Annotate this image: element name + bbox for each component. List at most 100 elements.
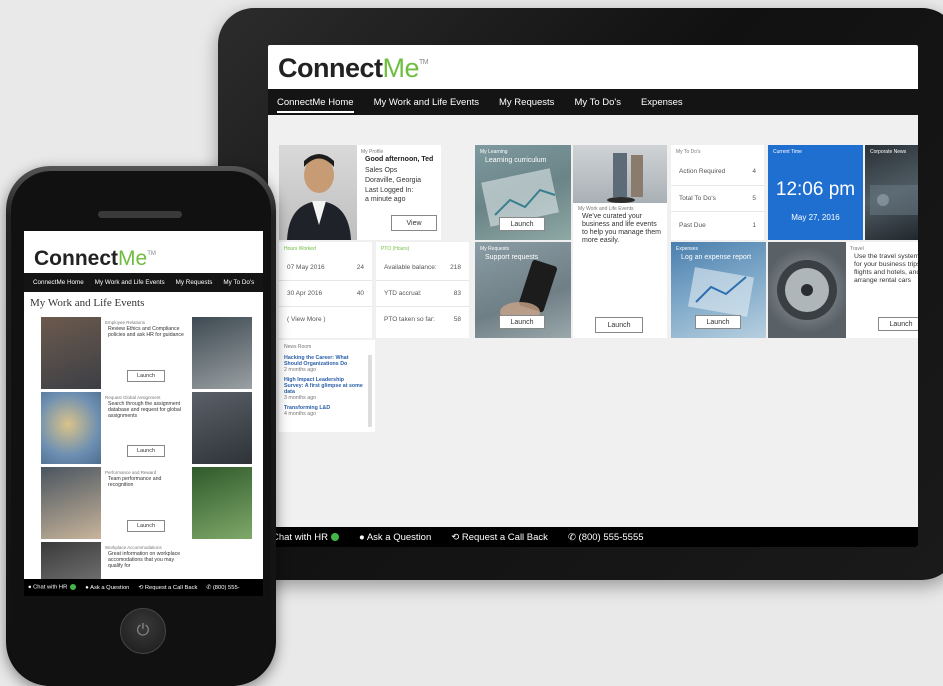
event-photo [41, 467, 101, 539]
time-caption: Current Time [773, 149, 802, 155]
request-callback-link[interactable]: ⟲ Request a Call Back [451, 532, 548, 543]
speaker-grille [98, 211, 182, 218]
online-status-icon [70, 584, 77, 591]
phone-number-link[interactable]: ✆ (800) 555- [206, 585, 239, 591]
profile-photo [279, 145, 357, 240]
requests-launch-button[interactable]: Launch [499, 315, 545, 329]
travel-caption: Travel [850, 246, 864, 252]
event-card: Performance and Reward Team performance … [41, 467, 191, 539]
travel-photo [768, 242, 846, 338]
connectme-logo[interactable]: ConnectMeTM [34, 247, 156, 271]
profile-tile: My Profile Good afternoon, Ted Sales Ops… [279, 145, 441, 240]
news-link[interactable]: Hacking the Career: What Should Organiza… [284, 355, 364, 367]
chat-with-hr-link[interactable]: ● Chat with HR [28, 584, 77, 591]
expenses-caption: Expenses [676, 246, 698, 252]
phone-number-link[interactable]: ✆ (800) 555-5555 [568, 532, 644, 543]
side-photo [192, 467, 252, 539]
learning-launch-button[interactable]: Launch [499, 217, 545, 231]
nav-work-life-events[interactable]: My Work and Life Events [374, 97, 479, 108]
expenses-tile[interactable]: Expenses Log an expense report Launch [671, 242, 766, 338]
travel-text: Use the travel system for your business … [854, 253, 918, 284]
todos-tile: My To Do's Action Required 4 Total To Do'… [671, 145, 764, 240]
event-photo [41, 317, 101, 389]
support-footer: Chat with HR ● Ask a Question ⟲ Request … [268, 527, 918, 547]
support-footer: ● Chat with HR ● Ask a Question ⟲ Reques… [24, 579, 263, 596]
pto-row: Available balance: 218 [384, 263, 461, 271]
pto-tile: PTO (Hours) Available balance: 218 YTD ac… [376, 242, 469, 338]
event-description: Search through the assignment database a… [108, 401, 181, 419]
work-life-caption: My Work and Life Events [578, 206, 634, 212]
work-life-photo [573, 145, 667, 203]
news-time: 2 months ago [284, 367, 317, 373]
event-description: Team performance and recognition [108, 476, 162, 488]
hours-caption: Hours Worked [284, 246, 316, 252]
todo-row-action[interactable]: Action Required 4 [671, 158, 764, 185]
event-card: Request Global Assignment Search through… [41, 392, 191, 464]
event-description: Review Ethics and Compliance policies an… [108, 326, 184, 338]
learning-title: Learning curriculum [485, 157, 547, 164]
top-nav: ConnectMe Home My Work and Life Events M… [268, 89, 918, 115]
todos-caption: My To Do's [676, 149, 701, 155]
nav-my-todos[interactable]: My To Do's [574, 97, 621, 108]
profile-greeting: Good afternoon, Ted [365, 156, 434, 163]
work-life-text: We've curated your business and life eve… [582, 213, 661, 244]
nav-my-todos[interactable]: My To Do's [223, 279, 254, 286]
expenses-title: Log an expense report [681, 254, 752, 261]
newsroom-caption: News Room [284, 344, 312, 350]
work-life-launch-button[interactable]: Launch [595, 317, 643, 333]
event-category: Request Global Assignment [105, 395, 161, 400]
profile-location: Doraville, Georgia [365, 177, 422, 184]
event-category: Workplace Accommodations [105, 545, 162, 550]
work-life-tile: My Work and Life Events We've curated yo… [573, 145, 667, 338]
nav-connectme-home[interactable]: ConnectMe Home [277, 97, 354, 113]
dashboard: My Profile Good afternoon, Ted Sales Ops… [268, 115, 918, 527]
phone-nav: ConnectMe Home My Work and Life Events M… [24, 273, 263, 292]
requests-tile[interactable]: My Requests Support requests Launch [475, 242, 571, 338]
travel-launch-button[interactable]: Launch [878, 317, 918, 331]
profile-role: Sales Ops [365, 167, 398, 174]
profile-view-button[interactable]: View [391, 215, 437, 231]
date-text: May 27, 2016 [791, 213, 840, 222]
home-power-icon[interactable]: ⏻ [120, 608, 166, 654]
pto-row: PTO taken so far: 58 [376, 306, 469, 332]
nav-expenses[interactable]: Expenses [641, 97, 683, 108]
event-launch-button[interactable]: Launch [127, 370, 165, 382]
todo-row-total[interactable]: Total To Do's 5 [671, 185, 764, 211]
newsroom-scrollbar[interactable] [368, 355, 372, 427]
event-launch-button[interactable]: Launch [127, 445, 165, 457]
nav-my-requests[interactable]: My Requests [176, 279, 213, 286]
nav-work-life-events[interactable]: My Work and Life Events [95, 279, 165, 286]
nav-my-requests[interactable]: My Requests [499, 97, 554, 108]
event-description: Great information on workplace accomodat… [108, 551, 181, 569]
hours-row: 07 May 2016 24 [287, 263, 364, 271]
connectme-logo[interactable]: ConnectMeTM [278, 53, 429, 84]
news-link[interactable]: High Impact Leadership Survey: A first g… [284, 377, 364, 395]
expenses-launch-button[interactable]: Launch [695, 315, 741, 329]
ask-question-link[interactable]: ● Ask a Question [359, 532, 431, 543]
todo-row-pastdue[interactable]: Past Due 1 [671, 211, 764, 238]
newsroom-list: Hacking the Career: What Should Organiza… [284, 355, 364, 417]
corporate-news-caption: Corporate News [870, 149, 907, 155]
event-category: Performance and Reward [105, 470, 157, 475]
pto-caption: PTO (Hours) [381, 246, 410, 252]
news-time: 4 months ago [284, 411, 317, 417]
ask-question-link[interactable]: ● Ask a Question [85, 585, 129, 591]
profile-caption: My Profile [361, 149, 384, 155]
nav-connectme-home[interactable]: ConnectMe Home [33, 279, 84, 286]
chat-with-hr-link[interactable]: Chat with HR [272, 532, 339, 543]
newsroom-tile: News Room Hacking the Career: What Shoul… [279, 340, 375, 432]
hours-worked-tile: Hours Worked 07 May 2016 24 30 Apr 2016 40… [279, 242, 372, 338]
last-login-value: a minute ago [365, 196, 406, 203]
tablet-screen: ConnectMeTM ConnectMe Home My Work and L… [268, 45, 918, 547]
event-category: Employee Relations [105, 320, 146, 325]
clock-text: 12:06 pm [775, 179, 856, 200]
event-launch-button[interactable]: Launch [127, 520, 165, 532]
side-photo [192, 392, 252, 464]
event-card: Employee Relations Review Ethics and Com… [41, 317, 191, 389]
pto-row: YTD accrual: 83 [376, 280, 469, 306]
learning-tile[interactable]: My Learning Learning curriculum Launch [475, 145, 571, 240]
travel-tile: Travel Use the travel system for your bu… [768, 242, 918, 338]
hours-view-more-link[interactable]: ( View More ) [279, 306, 372, 332]
corporate-news-tile[interactable]: Corporate News [865, 145, 918, 240]
request-callback-link[interactable]: ⟲ Request a Call Back [138, 585, 197, 591]
